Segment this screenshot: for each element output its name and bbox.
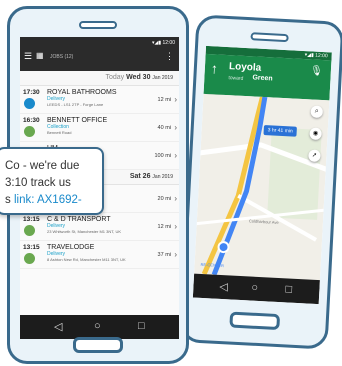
back-icon[interactable]: ◁ [219,280,228,293]
chevron-right-icon: › [174,151,177,160]
message-line-3-prefix: s [5,194,14,206]
job-duration: 40 mi [157,125,171,131]
app-title: JOBS (12) [50,54,74,60]
job-duration: 12 mi [157,224,171,230]
job-row[interactable]: 13:15 C & D TRANSPORT Delivery 23 Whitworth… [20,213,179,241]
nav-road: Green [252,74,273,83]
tracking-link[interactable]: link: AX1692- [14,194,82,206]
speaker-slot [250,32,289,43]
date-day-label: Today [105,74,125,81]
job-row[interactable]: 17:30 ROYAL BATHROOMS Delivery LEEDS - LS1 … [20,86,179,114]
overflow-menu-icon[interactable]: ⋮ [165,51,174,62]
home-icon[interactable]: ○ [94,320,101,332]
android-nav-bar: ◁ ○ □ [20,315,179,339]
recents-icon[interactable]: □ [285,283,292,295]
date-year: Jan 2019 [152,75,173,81]
home-button [73,337,123,353]
job-name: C & D TRANSPORT [47,216,111,223]
job-status-icon [24,225,35,236]
job-time: 13:15 [23,216,40,223]
job-address: LEEDS - LS1 2TP - Forge Lane [47,102,104,107]
message-line-2: 3:10 track us [5,177,71,189]
eta-badge: 3 hr 41 min [263,125,297,137]
turn-arrow-icon: ↑ [210,60,219,77]
chevron-right-icon: › [174,222,177,231]
job-name: TRAVELODGE [47,244,95,251]
job-duration: 37 mi [157,252,171,258]
date-header: Today Wed 30 Jan 2019 [20,71,179,86]
calendar-icon[interactable]: ▦ [36,51,44,60]
chevron-right-icon: › [174,123,177,132]
job-status-icon [24,98,35,109]
chevron-right-icon: › [174,95,177,104]
home-button [229,311,281,331]
job-duration: 20 mi [157,196,171,202]
date-label: Sat 26 [129,173,151,180]
job-address: 8 Ashton New Rd, Manchester M11 3NT, UK [47,257,126,262]
home-icon[interactable]: ○ [251,282,258,294]
status-time: 12:00 [162,40,175,46]
right-phone-screen: ▾◢▮ 12:00 ↑ Loyola toward Green 🎙 ↱ 3 hr… [192,45,332,305]
job-name: BENNETT OFFICE [47,117,108,124]
chevron-right-icon: › [174,194,177,203]
back-icon[interactable]: ◁ [54,320,62,333]
job-time: 16:30 [23,117,40,124]
status-time: 12:00 [315,52,328,60]
job-duration: 100 mi [154,153,171,159]
job-row[interactable]: 13:15 TRAVELODGE Delivery 8 Ashton New Rd, … [20,241,179,269]
route-map[interactable]: 3 hr 41 min ⌕ ◉ ➚ Coldharbour Ave RE-CEN… [194,93,330,281]
job-status-icon [24,126,35,137]
job-name: ROYAL BATHROOMS [47,89,117,96]
job-time: 17:30 [23,89,40,96]
app-bar: ▾◢▮ 12:00 ☰ ▦ JOBS (12) ⋮ [20,37,179,71]
right-phone-frame: ▾◢▮ 12:00 ↑ Loyola toward Green 🎙 ↱ 3 hr… [179,14,342,350]
nav-header: ↑ Loyola toward Green 🎙 [203,53,332,101]
speaker-slot [79,21,117,29]
job-duration: 12 mi [157,97,171,103]
nav-street: Loyola [228,61,262,74]
map-svg [195,93,330,276]
chevron-right-icon: › [174,250,177,259]
job-time: 13:15 [23,244,40,251]
job-address: Bennett Road [47,130,72,135]
recents-icon[interactable]: □ [138,320,145,332]
message-line-1: Co - we're due [5,160,80,172]
job-row[interactable]: 16:30 BENNETT OFFICE Collection Bennett Roa… [20,114,179,142]
message-line-3: s link: AX1692- [5,192,102,209]
date-label: Wed 30 [126,74,151,81]
mic-icon[interactable]: 🎙 [310,65,323,77]
nav-toward: toward [228,75,244,82]
menu-icon[interactable]: ☰ [24,51,32,62]
date-year: Jan 2019 [152,174,173,180]
status-indicators: ▾◢▮ 12:00 [151,40,175,46]
sms-message-bubble: Co - we're due 3:10 track us s link: AX1… [0,147,104,215]
job-status-icon [24,253,35,264]
job-address: 23 Whitworth St, Manchester M1 3NT, UK [47,229,122,234]
